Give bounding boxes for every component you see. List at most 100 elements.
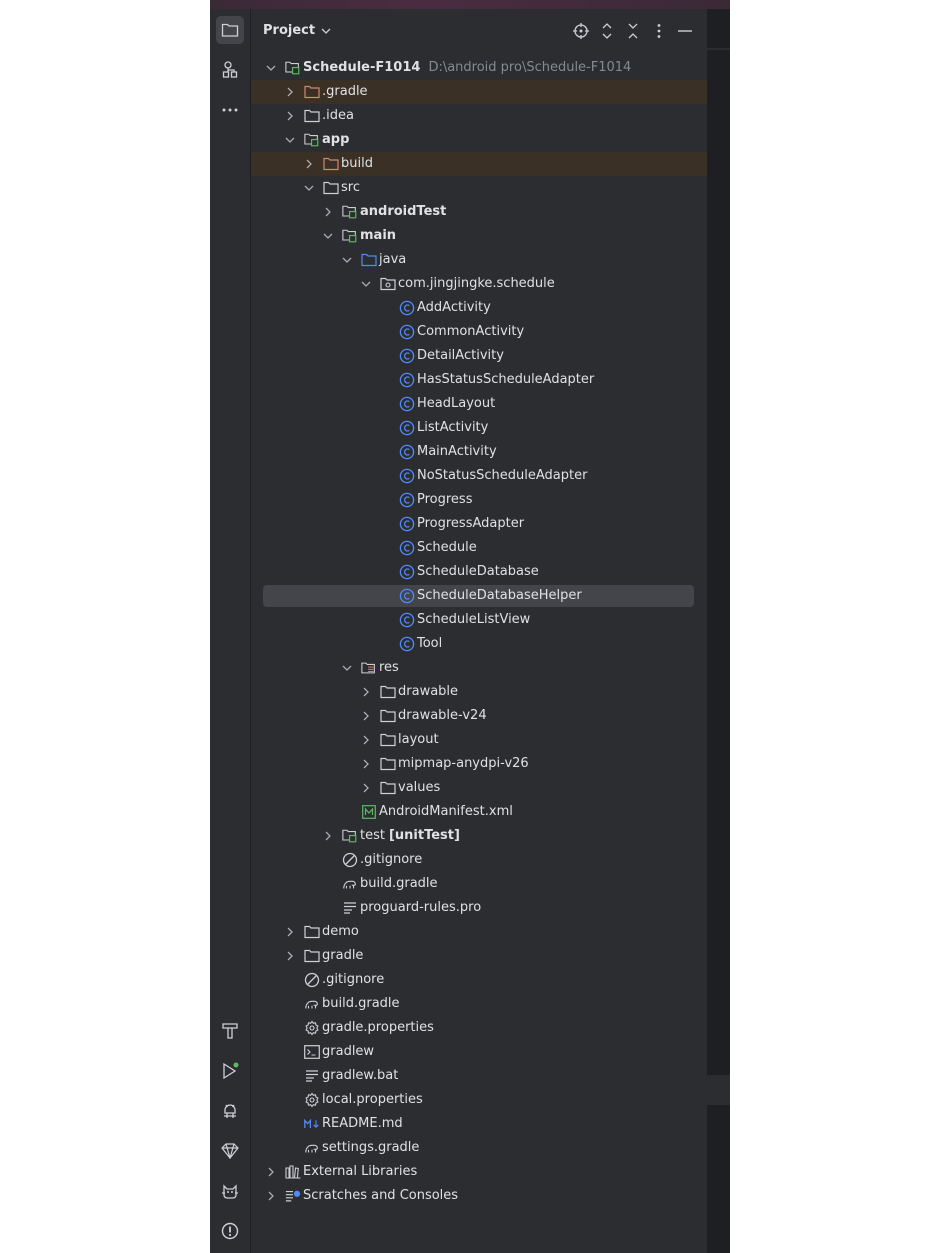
chevron-right-icon[interactable] <box>360 782 372 794</box>
hide-panel-icon[interactable] <box>677 23 693 39</box>
scratches-icon <box>285 1188 301 1204</box>
options-icon[interactable] <box>651 23 667 39</box>
project-view-selector[interactable]: Project <box>263 23 331 38</box>
project-folder-icon[interactable] <box>216 16 244 44</box>
tree-row[interactable]: AddActivity <box>251 296 707 320</box>
chevron-right-icon[interactable] <box>284 86 296 98</box>
chevron-right-icon[interactable] <box>360 734 372 746</box>
tree-row[interactable]: build <box>251 152 707 176</box>
tree-item-name: CommonActivity <box>417 324 525 339</box>
problems-icon[interactable] <box>216 1217 244 1245</box>
tree-row[interactable]: Scratches and Consoles <box>251 1184 707 1208</box>
locate-file-icon[interactable] <box>573 23 589 39</box>
tree-item-name: Tool <box>417 636 443 651</box>
tree-row[interactable]: mipmap-anydpi-v26 <box>251 752 707 776</box>
tree-row[interactable]: .gitignore <box>251 968 707 992</box>
class-icon <box>399 468 415 484</box>
tree-row[interactable]: layout <box>251 728 707 752</box>
tree-row[interactable]: NoStatusScheduleAdapter <box>251 464 707 488</box>
structure-icon[interactable] <box>216 56 244 84</box>
tree-item-name: drawable <box>398 684 459 699</box>
tree-row[interactable]: Schedule <box>251 536 707 560</box>
chevron-right-icon[interactable] <box>322 830 334 842</box>
tree-row[interactable]: ListActivity <box>251 416 707 440</box>
tree-item-name: main <box>360 228 397 243</box>
tree-row[interactable]: java <box>251 248 707 272</box>
run-icon[interactable] <box>216 1057 244 1085</box>
tree-row[interactable]: res <box>251 656 707 680</box>
tree-row[interactable]: test [unitTest] <box>251 824 707 848</box>
tree-item-label: gradle.properties <box>322 1020 434 1035</box>
logcat-icon[interactable] <box>216 1177 244 1205</box>
tree-row[interactable]: app <box>251 128 707 152</box>
tree-row[interactable]: demo <box>251 920 707 944</box>
chevron-right-icon[interactable] <box>284 110 296 122</box>
tree-row[interactable]: MainActivity <box>251 440 707 464</box>
tree-row[interactable]: values <box>251 776 707 800</box>
tree-row[interactable]: gradlew <box>251 1040 707 1064</box>
chevron-right-icon[interactable] <box>284 950 296 962</box>
chevron-right-icon[interactable] <box>284 926 296 938</box>
tree-row[interactable]: gradle <box>251 944 707 968</box>
tree-row[interactable]: DetailActivity <box>251 344 707 368</box>
tree-row[interactable]: HasStatusScheduleAdapter <box>251 368 707 392</box>
chevron-right-icon[interactable] <box>360 710 372 722</box>
tree-row[interactable]: build.gradle <box>251 872 707 896</box>
chevron-right-icon[interactable] <box>360 758 372 770</box>
tree-row[interactable]: ScheduleDatabase <box>251 560 707 584</box>
chevron-down-icon[interactable] <box>341 662 353 674</box>
tree-row[interactable]: CommonActivity <box>251 320 707 344</box>
tree-row[interactable]: HeadLayout <box>251 392 707 416</box>
tree-row[interactable]: main <box>251 224 707 248</box>
tree-item-name: .gradle <box>322 84 368 99</box>
tree-row[interactable]: proguard-rules.pro <box>251 896 707 920</box>
tree-row[interactable]: local.properties <box>251 1088 707 1112</box>
chevron-down-icon[interactable] <box>341 254 353 266</box>
tree-item-name: Scratches and Consoles <box>303 1188 459 1203</box>
expand-all-icon[interactable] <box>599 23 615 39</box>
tree-item-name: ScheduleDatabase <box>417 564 539 579</box>
tree-row[interactable]: Schedule-F1014 D:\android pro\Schedule-F1… <box>251 56 707 80</box>
text-file-icon <box>342 900 358 916</box>
tree-row[interactable]: .gradle <box>251 80 707 104</box>
tree-row[interactable]: drawable-v24 <box>251 704 707 728</box>
collapse-all-icon[interactable] <box>625 23 641 39</box>
chevron-right-icon[interactable] <box>265 1166 277 1178</box>
tree-row[interactable]: gradle.properties <box>251 1016 707 1040</box>
chevron-down-icon[interactable] <box>322 230 334 242</box>
chevron-right-icon[interactable] <box>360 686 372 698</box>
tree-item-label: ProgressAdapter <box>417 516 524 531</box>
chevron-down-icon[interactable] <box>360 278 372 290</box>
tree-item-label: ScheduleListView <box>417 612 530 627</box>
chevron-down-icon[interactable] <box>303 182 315 194</box>
tree-row[interactable]: src <box>251 176 707 200</box>
tree-item-label: mipmap-anydpi-v26 <box>398 756 529 771</box>
class-icon <box>399 444 415 460</box>
tree-row[interactable]: gradlew.bat <box>251 1064 707 1088</box>
tree-row[interactable]: ScheduleDatabaseHelper <box>251 584 707 608</box>
tree-row[interactable]: .idea <box>251 104 707 128</box>
tree-row[interactable]: build.gradle <box>251 992 707 1016</box>
chevron-right-icon[interactable] <box>265 1190 277 1202</box>
tree-row[interactable]: ProgressAdapter <box>251 512 707 536</box>
tree-row[interactable]: .gitignore <box>251 848 707 872</box>
tree-row[interactable]: drawable <box>251 680 707 704</box>
tree-row[interactable]: com.jingjingke.schedule <box>251 272 707 296</box>
more-tools-icon[interactable] <box>216 96 244 124</box>
chevron-right-icon[interactable] <box>322 206 334 218</box>
tree-row[interactable]: Tool <box>251 632 707 656</box>
build-hammer-icon[interactable] <box>216 1017 244 1045</box>
tree-row[interactable]: AndroidManifest.xml <box>251 800 707 824</box>
tree-row[interactable]: Progress <box>251 488 707 512</box>
chevron-down-icon[interactable] <box>284 134 296 146</box>
tree-row[interactable]: External Libraries <box>251 1160 707 1184</box>
chevron-right-icon[interactable] <box>303 158 315 170</box>
gem-icon[interactable] <box>216 1137 244 1165</box>
tree-row[interactable]: androidTest <box>251 200 707 224</box>
settings-file-icon <box>304 1020 320 1036</box>
chevron-down-icon[interactable] <box>265 62 277 74</box>
android-device-icon[interactable] <box>216 1097 244 1125</box>
tree-row[interactable]: settings.gradle <box>251 1136 707 1160</box>
tree-row[interactable]: ScheduleListView <box>251 608 707 632</box>
tree-row[interactable]: README.md <box>251 1112 707 1136</box>
